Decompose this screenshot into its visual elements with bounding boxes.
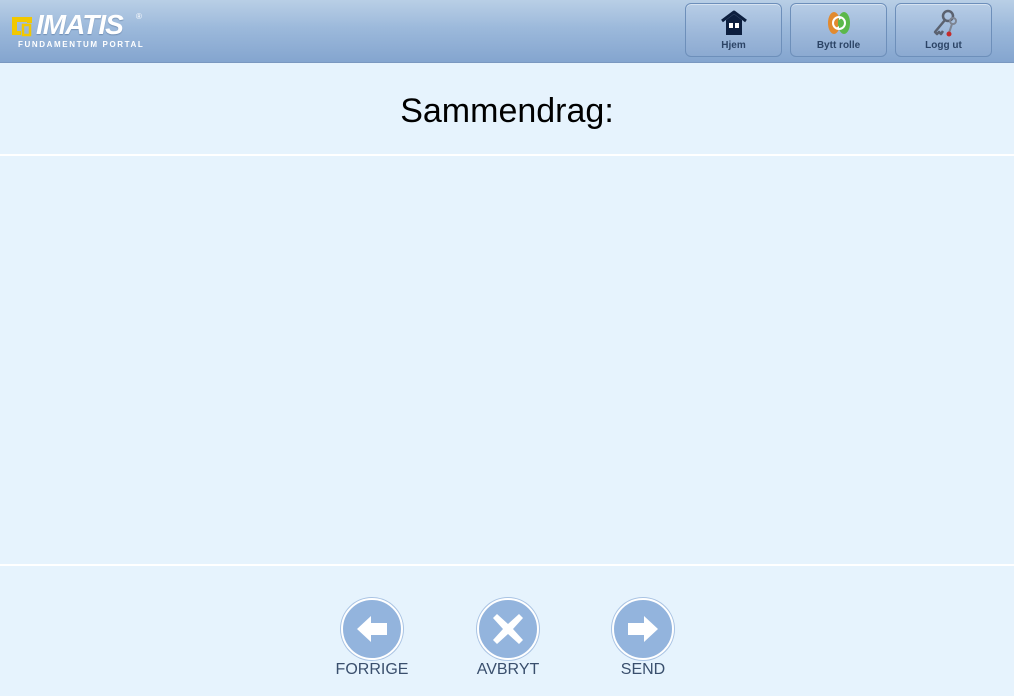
- send-button-label: SEND: [620, 661, 666, 678]
- logo-wordmark: IMATIS: [36, 9, 124, 40]
- logo-registered-mark: ®: [136, 12, 142, 21]
- logo-tagline: FUNDAMENTUM PORTAL: [18, 40, 145, 49]
- summary-content: [0, 156, 1014, 564]
- close-icon: [493, 614, 523, 644]
- logout-button[interactable]: Logg ut: [895, 3, 992, 57]
- home-button-label: Hjem: [721, 40, 746, 51]
- footer-divider: [0, 564, 1014, 566]
- home-icon: [720, 10, 747, 35]
- cancel-button-circle[interactable]: [477, 598, 539, 660]
- logo-mark-icon: [12, 17, 32, 37]
- switch-role-button[interactable]: Bytt rolle: [790, 3, 887, 57]
- send-button-circle[interactable]: [612, 598, 674, 660]
- home-button[interactable]: Hjem: [685, 3, 782, 57]
- previous-button-circle[interactable]: [341, 598, 403, 660]
- title-area: Sammendrag:: [0, 64, 1014, 154]
- send-button[interactable]: SEND: [588, 598, 698, 680]
- arrow-left-icon: [357, 616, 387, 642]
- cancel-button[interactable]: AVBRYT: [453, 598, 563, 680]
- arrow-right-icon: [628, 616, 658, 642]
- keys-icon: [933, 9, 957, 37]
- switch-role-icon: [827, 12, 850, 34]
- page-title: Sammendrag:: [400, 92, 614, 130]
- previous-button-label: FORRIGE: [335, 661, 409, 678]
- top-bar: IMATIS ® FUNDAMENTUM PORTAL Hjem Bytt ro…: [0, 0, 1014, 63]
- imatis-logo[interactable]: IMATIS ® FUNDAMENTUM PORTAL: [10, 10, 145, 50]
- cancel-button-label: AVBRYT: [476, 661, 540, 678]
- logout-button-label: Logg ut: [925, 40, 962, 51]
- previous-button[interactable]: FORRIGE: [317, 598, 427, 680]
- switch-role-button-label: Bytt rolle: [816, 40, 861, 51]
